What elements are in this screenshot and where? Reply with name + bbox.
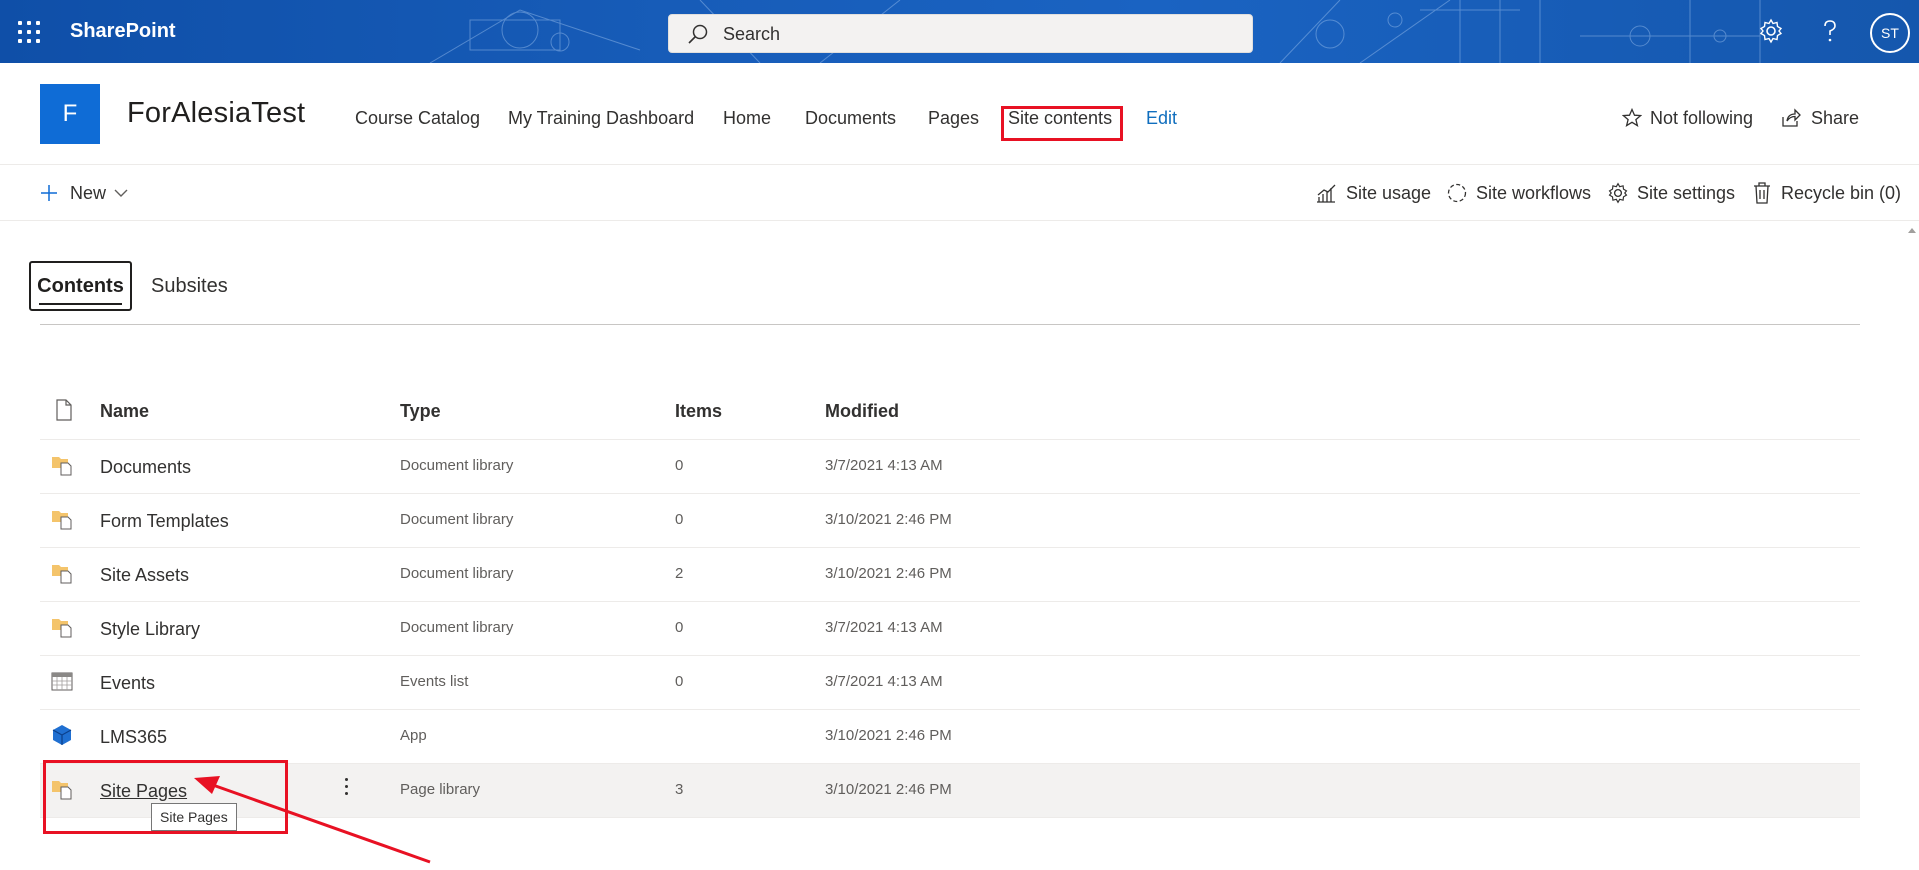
tab-contents-label: Contents [37, 275, 124, 297]
row-name[interactable]: LMS365 [100, 727, 167, 748]
recycle-bin-icon [1754, 182, 1770, 204]
new-button[interactable]: New [70, 183, 106, 204]
site-workflows-button[interactable]: Site workflows [1476, 183, 1591, 204]
table-row[interactable]: Form Templates Document library 0 3/10/2… [40, 494, 1860, 548]
row-items: 3 [675, 781, 684, 798]
share-button[interactable]: Share [1811, 108, 1859, 129]
table-row[interactable]: Site Assets Document library 2 3/10/2021… [40, 548, 1860, 602]
row-items: 0 [675, 457, 684, 474]
suite-bar: SharePoint ST [0, 0, 1919, 63]
column-header-items[interactable]: Items [675, 401, 722, 422]
nav-documents[interactable]: Documents [805, 108, 896, 129]
library-icon [52, 457, 72, 476]
nav-pages[interactable]: Pages [928, 108, 979, 129]
header-divider [0, 164, 1919, 165]
search-input[interactable] [721, 15, 1225, 54]
site-settings-gear-icon [1608, 182, 1628, 204]
settings-gear-icon[interactable] [1758, 18, 1784, 44]
tab-contents[interactable]: Contents [29, 261, 132, 311]
row-type: App [400, 727, 427, 744]
nav-edit-link[interactable]: Edit [1146, 108, 1177, 129]
library-icon [52, 565, 72, 584]
scroll-up-arrow-icon[interactable] [1905, 224, 1919, 236]
row-modified: 3/7/2021 4:13 AM [825, 457, 943, 474]
row-modified: 3/10/2021 2:46 PM [825, 727, 952, 744]
row-type: Document library [400, 511, 514, 528]
not-following-button[interactable]: Not following [1650, 108, 1753, 129]
table-row[interactable]: Events Events list 0 3/7/2021 4:13 AM [40, 656, 1860, 710]
row-modified: 3/10/2021 2:46 PM [825, 781, 952, 798]
library-icon [52, 619, 72, 638]
site-usage-chart-icon [1317, 184, 1336, 203]
user-avatar[interactable]: ST [1870, 13, 1910, 53]
row-items: 0 [675, 511, 684, 528]
site-workflows-icon [1447, 183, 1467, 203]
row-type: Document library [400, 565, 514, 582]
tabs-divider [40, 324, 1860, 325]
row-name[interactable]: Style Library [100, 619, 200, 640]
share-icon [1782, 108, 1801, 127]
row-modified: 3/10/2021 2:46 PM [825, 565, 952, 582]
help-icon[interactable] [1818, 18, 1842, 44]
app-launcher-waffle-icon[interactable] [18, 21, 40, 43]
site-logo[interactable]: F [40, 84, 100, 144]
row-modified: 3/7/2021 4:13 AM [825, 619, 943, 636]
recycle-bin-button[interactable]: Recycle bin (0) [1781, 183, 1901, 204]
nav-course-catalog[interactable]: Course Catalog [355, 108, 480, 129]
row-modified: 3/7/2021 4:13 AM [825, 673, 943, 690]
tab-subsites[interactable]: Subsites [151, 275, 228, 298]
row-type: Document library [400, 619, 514, 636]
library-icon [52, 511, 72, 530]
row-name[interactable]: Site Assets [100, 565, 189, 586]
row-items: 2 [675, 565, 684, 582]
nav-home[interactable]: Home [723, 108, 771, 129]
star-icon [1622, 108, 1642, 127]
sharepoint-brand[interactable]: SharePoint [70, 20, 176, 43]
column-header-type[interactable]: Type [400, 401, 441, 422]
chevron-down-icon[interactable] [114, 187, 128, 199]
row-modified: 3/10/2021 2:46 PM [825, 511, 952, 528]
row-type: Events list [400, 673, 469, 690]
column-header-name[interactable]: Name [100, 401, 149, 422]
table-row[interactable]: Documents Document library 0 3/7/2021 4:… [40, 440, 1860, 494]
row-name[interactable]: Events [100, 673, 155, 694]
tab-selected-underline [39, 303, 122, 305]
table-row[interactable]: LMS365 App 3/10/2021 2:46 PM [40, 710, 1860, 764]
app-cube-icon [52, 725, 72, 745]
site-usage-button[interactable]: Site usage [1346, 183, 1431, 204]
column-header-modified[interactable]: Modified [825, 401, 899, 422]
row-items: 0 [675, 619, 684, 636]
plus-icon[interactable] [39, 183, 59, 203]
site-settings-button[interactable]: Site settings [1637, 183, 1735, 204]
row-items: 0 [675, 673, 684, 690]
file-type-header-icon [56, 399, 72, 421]
search-icon [688, 24, 708, 44]
commandbar-divider [0, 220, 1919, 221]
calendar-icon [51, 672, 73, 691]
table-row[interactable]: Style Library Document library 0 3/7/202… [40, 602, 1860, 656]
annotation-highlight-site-contents [1001, 106, 1123, 141]
annotation-arrow [194, 776, 431, 864]
row-type: Document library [400, 457, 514, 474]
row-name[interactable]: Documents [100, 457, 191, 478]
vertical-scrollbar[interactable] [1905, 222, 1919, 870]
search-box[interactable] [668, 14, 1253, 54]
nav-my-training-dashboard[interactable]: My Training Dashboard [508, 108, 694, 129]
row-name[interactable]: Form Templates [100, 511, 229, 532]
site-title[interactable]: ForAlesiaTest [127, 97, 305, 130]
